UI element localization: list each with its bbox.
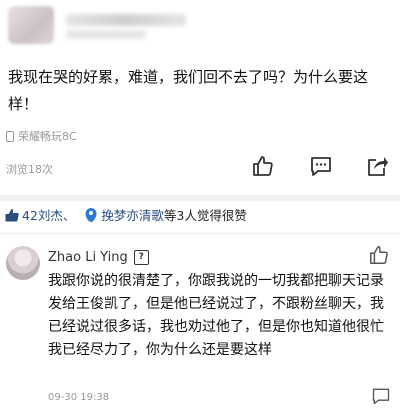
reply-button[interactable] bbox=[370, 386, 392, 406]
likes-suffix: 等3人觉得很赞 bbox=[163, 208, 247, 223]
blurred-subtitle bbox=[66, 30, 146, 39]
comment-text: 我跟你说的很清楚了，你跟我说的一切我都把聊天记录发给王俊凯了，但是他已经说过了，… bbox=[48, 273, 384, 358]
comment-author: Zhao Li Ying ? bbox=[48, 250, 149, 265]
thumbs-up-icon bbox=[370, 246, 388, 264]
comment-icon bbox=[311, 157, 331, 176]
likes-summary: 42刘杰、 挽梦亦清歌 等3人觉得很赞 bbox=[4, 205, 247, 224]
blurred-avatar bbox=[8, 6, 54, 44]
like-button[interactable] bbox=[248, 153, 278, 179]
device-name: 荣耀畅玩8C bbox=[18, 130, 77, 143]
author-header bbox=[0, 0, 400, 50]
section-divider bbox=[0, 195, 400, 201]
hairline-divider bbox=[0, 233, 400, 234]
post-text: 我现在哭的好累，难道，我们回不去了吗？为什么要这样！ bbox=[8, 68, 369, 113]
avatar[interactable] bbox=[6, 246, 40, 280]
thumbs-up-icon bbox=[253, 156, 273, 176]
share-button[interactable] bbox=[362, 153, 392, 179]
comment-author-name[interactable]: Zhao Li Ying bbox=[48, 250, 128, 265]
device-label: 荣耀畅玩8C bbox=[6, 128, 77, 144]
liker-name-1[interactable]: 42刘杰、 bbox=[22, 205, 75, 224]
share-icon bbox=[368, 157, 388, 176]
blurred-username bbox=[66, 14, 186, 26]
thumb-badge-icon bbox=[5, 208, 19, 221]
user-badge-icon bbox=[85, 207, 97, 222]
comment-like-button[interactable] bbox=[368, 244, 390, 266]
phone-icon bbox=[6, 130, 14, 142]
comment-icon bbox=[372, 388, 390, 405]
comment-button[interactable] bbox=[306, 153, 336, 179]
liker-name-2[interactable]: 挽梦亦清歌 bbox=[101, 205, 164, 224]
comment-timestamp: 09-30 19:38 bbox=[48, 392, 110, 403]
question-badge-icon: ? bbox=[133, 250, 149, 265]
view-count: 浏览18次 bbox=[6, 163, 53, 176]
